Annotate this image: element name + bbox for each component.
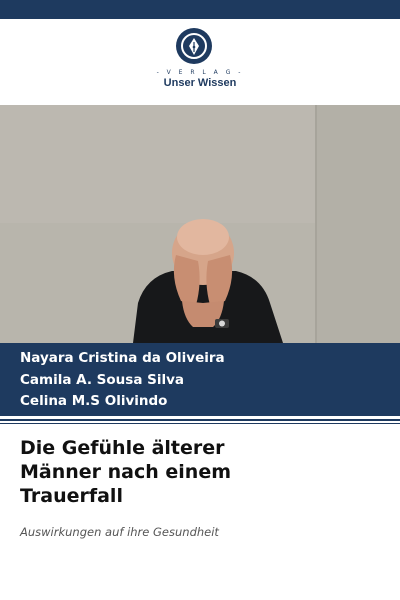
book-subtitle: Auswirkungen auf ihre Gesundheit: [20, 525, 219, 539]
pen-nib-icon: [189, 38, 199, 55]
publisher-name: Unser Wissen: [163, 77, 237, 89]
publisher-logo-icon: [176, 28, 212, 64]
divider-rule: [0, 423, 400, 424]
publisher-verlag-label: - V E R L A G -: [156, 69, 244, 76]
divider-rule: [0, 419, 400, 421]
author-name: Camila A. Sousa Silva: [20, 372, 185, 388]
author-name: Nayara Cristina da Oliveira: [20, 350, 225, 366]
author-name: Celina M.S Olivindo: [20, 393, 168, 409]
authors-band: Nayara Cristina da Oliveira Camila A. So…: [0, 343, 400, 416]
book-title: Die Gefühle älterer Männer nach einem Tr…: [20, 437, 232, 507]
cover-photo: [0, 105, 400, 343]
top-band: [0, 0, 400, 19]
publisher-logo-block: - V E R L A G - Unser Wissen: [0, 19, 400, 105]
